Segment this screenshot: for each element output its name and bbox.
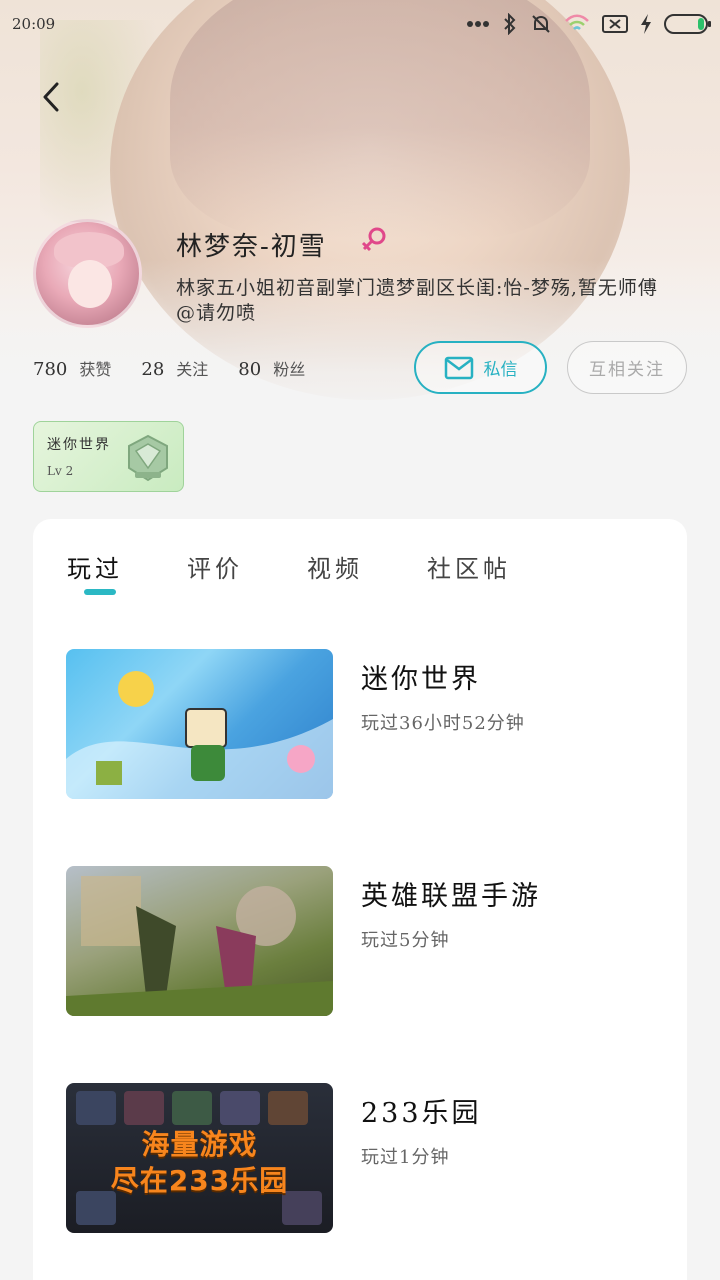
stat-likes[interactable]: 780 获赞: [33, 356, 111, 380]
game-thumbnail-233-park[interactable]: 海量游戏 尽在233乐园: [66, 1083, 333, 1233]
played-games-card: 玩过 评价 视频 社区帖 迷你世界 玩过36小时52分钟 英雄联盟手游 玩过5分…: [33, 519, 687, 1280]
tab-played[interactable]: 玩过: [67, 549, 123, 584]
game-row-233-park[interactable]: 海量游戏 尽在233乐园 233乐园 玩过1分钟: [66, 1083, 656, 1233]
charging-icon: [640, 14, 652, 34]
profile-name: 林梦奈-初雪: [176, 232, 327, 262]
game-playtime: 玩过36小时52分钟: [361, 713, 525, 734]
badge-title: 迷你世界: [47, 437, 111, 453]
level-emblem-icon: [128, 434, 168, 482]
game-thumbnail-lol-mobile[interactable]: [66, 866, 333, 1016]
banner-line-1: 海量游戏: [141, 1128, 258, 1161]
mute-bell-icon: [530, 13, 552, 35]
avatar[interactable]: [33, 219, 142, 328]
tab-community-posts[interactable]: 社区帖: [427, 549, 511, 584]
chevron-left-icon: [43, 82, 59, 112]
bluetooth-icon: [502, 13, 518, 35]
game-level-badge[interactable]: 迷你世界 Lv 2: [33, 421, 184, 492]
no-sim-icon: [602, 14, 628, 34]
status-time: 20:09: [12, 15, 56, 33]
mail-icon: [444, 356, 473, 379]
tab-reviews[interactable]: 评价: [187, 549, 243, 584]
status-bar: 20:09: [0, 0, 720, 48]
battery-icon: [664, 14, 711, 34]
profile-tabs: 玩过 评价 视频 社区帖: [67, 549, 575, 584]
message-button-label: 私信: [483, 360, 518, 380]
more-dots-icon: [466, 20, 490, 28]
profile-stats: 780 获赞 28 关注 80 粉丝: [33, 356, 305, 380]
game-title: 233乐园: [361, 1098, 482, 1129]
profile-bio: 林家五小姐初音副掌门遗梦副区长闺:怡-梦殇,暂无师傅@请勿喷: [176, 277, 658, 324]
game-title: 英雄联盟手游: [361, 881, 541, 912]
tab-videos[interactable]: 视频: [307, 549, 363, 584]
game-row-mini-world[interactable]: 迷你世界 玩过36小时52分钟: [66, 649, 656, 799]
game-title: 迷你世界: [361, 664, 481, 695]
female-gender-icon: [360, 226, 388, 256]
game-playtime: 玩过1分钟: [361, 1147, 450, 1168]
badge-level: Lv 2: [47, 464, 74, 478]
back-button[interactable]: [34, 80, 68, 114]
game-playtime: 玩过5分钟: [361, 930, 450, 951]
game-thumbnail-mini-world[interactable]: [66, 649, 333, 799]
mutual-follow-button[interactable]: 互相关注: [567, 341, 687, 394]
stat-following[interactable]: 28 关注: [141, 356, 208, 380]
active-tab-indicator: [84, 589, 116, 595]
message-button[interactable]: 私信: [414, 341, 547, 394]
stat-followers[interactable]: 80 粉丝: [238, 356, 305, 380]
wifi-icon: [564, 14, 590, 34]
game-row-lol-mobile[interactable]: 英雄联盟手游 玩过5分钟: [66, 866, 656, 1016]
banner-line-2: 尽在233乐园: [110, 1164, 289, 1197]
follow-button-label: 互相关注: [589, 360, 665, 380]
